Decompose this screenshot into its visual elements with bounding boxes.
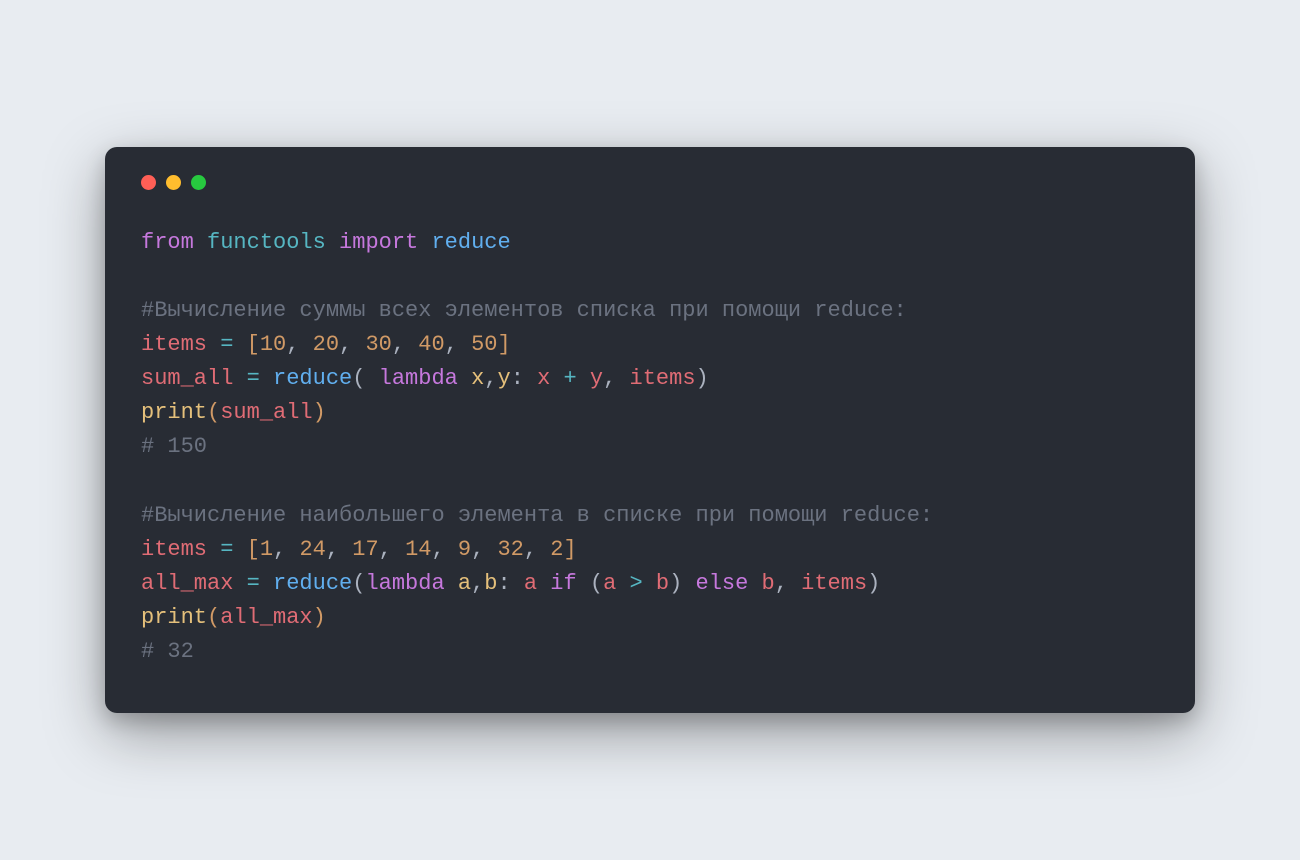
number: 32 (497, 537, 523, 562)
lambda-body-var: b (656, 571, 669, 596)
lambda-body-var: a (524, 571, 537, 596)
comma: , (471, 537, 484, 562)
number: 30 (365, 332, 391, 357)
lambda-body-var: a (603, 571, 616, 596)
operator-eq: = (220, 332, 233, 357)
variable: items (630, 366, 696, 391)
zoom-icon[interactable] (191, 175, 206, 190)
comma: , (392, 332, 405, 357)
lambda-body-var: x (537, 366, 550, 391)
comma: , (273, 537, 286, 562)
func-reduce: reduce (273, 366, 352, 391)
colon: : (511, 366, 524, 391)
comma: , (603, 366, 616, 391)
comma: , (524, 537, 537, 562)
number: 10 (260, 332, 286, 357)
comma: , (286, 332, 299, 357)
code-window: from functools import reduce #Вычисление… (105, 147, 1195, 713)
number: 1 (260, 537, 273, 562)
comma: , (484, 366, 497, 391)
paren-close: ) (313, 605, 326, 630)
bracket-open: [ (247, 537, 260, 562)
operator-gt: > (630, 571, 643, 596)
variable: items (801, 571, 867, 596)
builtin-print: print (141, 400, 207, 425)
variable: items (141, 537, 207, 562)
bracket-open: [ (247, 332, 260, 357)
operator-plus: + (564, 366, 577, 391)
paren-open: ( (207, 400, 220, 425)
keyword-import: import (339, 230, 418, 255)
lambda-param: y (497, 366, 510, 391)
paren-close: ) (696, 366, 709, 391)
paren-close: ) (313, 400, 326, 425)
variable: items (141, 332, 207, 357)
paren-open: ( (352, 366, 365, 391)
keyword-lambda: lambda (365, 571, 444, 596)
lambda-body-var: b (762, 571, 775, 596)
comma: , (471, 571, 484, 596)
paren-close: ) (669, 571, 682, 596)
operator-eq: = (247, 366, 260, 391)
comma: , (445, 332, 458, 357)
variable: sum_all (220, 400, 312, 425)
close-icon[interactable] (141, 175, 156, 190)
paren-open: ( (590, 571, 603, 596)
operator-eq: = (220, 537, 233, 562)
bracket-close: ] (564, 537, 577, 562)
code-block: from functools import reduce #Вычисление… (141, 226, 1159, 669)
comma: , (339, 332, 352, 357)
builtin-print: print (141, 605, 207, 630)
bracket-close: ] (497, 332, 510, 357)
number: 9 (458, 537, 471, 562)
lambda-param: b (484, 571, 497, 596)
number: 24 (299, 537, 325, 562)
number: 50 (471, 332, 497, 357)
comment-line: #Вычисление наибольшего элемента в списк… (141, 503, 933, 528)
comma: , (379, 537, 392, 562)
lambda-body-var: y (590, 366, 603, 391)
comma: , (431, 537, 444, 562)
comment-output: # 150 (141, 434, 207, 459)
import-name: reduce (431, 230, 510, 255)
number: 14 (405, 537, 431, 562)
keyword-else: else (696, 571, 749, 596)
comma: , (775, 571, 788, 596)
comment-line: #Вычисление суммы всех элементов списка … (141, 298, 907, 323)
variable: all_max (220, 605, 312, 630)
module-name: functools (207, 230, 326, 255)
comment-output: # 32 (141, 639, 194, 664)
variable: all_max (141, 571, 233, 596)
number: 17 (352, 537, 378, 562)
paren-close: ) (867, 571, 880, 596)
keyword-from: from (141, 230, 194, 255)
number: 20 (313, 332, 339, 357)
comma: , (326, 537, 339, 562)
lambda-param: x (471, 366, 484, 391)
keyword-if: if (550, 571, 576, 596)
minimize-icon[interactable] (166, 175, 181, 190)
colon: : (497, 571, 510, 596)
paren-open: ( (207, 605, 220, 630)
func-reduce: reduce (273, 571, 352, 596)
number: 40 (418, 332, 444, 357)
keyword-lambda: lambda (379, 366, 458, 391)
operator-eq: = (247, 571, 260, 596)
variable: sum_all (141, 366, 233, 391)
number: 2 (550, 537, 563, 562)
window-titlebar (141, 175, 1159, 190)
lambda-param: a (458, 571, 471, 596)
paren-open: ( (352, 571, 365, 596)
